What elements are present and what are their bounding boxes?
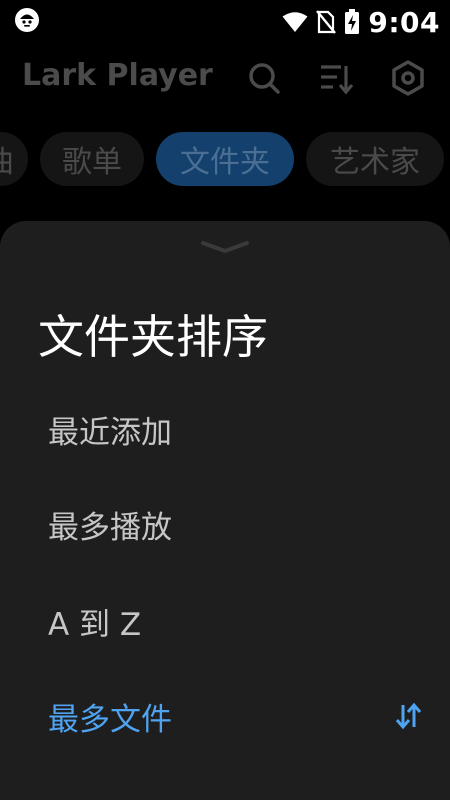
sort-icon[interactable]	[318, 60, 354, 96]
app-header: Lark Player	[0, 52, 450, 108]
sort-bottom-sheet: 文件夹排序 最近添加 最多播放 A 到 Z 最多文件	[0, 221, 450, 800]
status-bar: 9:04	[0, 0, 450, 44]
option-label: 最多播放	[48, 509, 172, 546]
tab-label: 艺术家	[330, 145, 420, 180]
option-label: 最多文件	[48, 701, 172, 738]
option-label: 最近添加	[48, 414, 172, 451]
settings-icon[interactable]	[390, 60, 426, 96]
tab-label: 文件夹	[180, 145, 270, 180]
sort-option-recently-added[interactable]: 最近添加	[48, 405, 408, 453]
chevron-down-icon[interactable]	[200, 239, 250, 253]
tab-label: 歌单	[62, 145, 122, 180]
app-title: Lark Player	[22, 58, 213, 93]
status-icons: 9:04	[282, 4, 440, 40]
search-icon[interactable]	[246, 60, 282, 96]
no-sim-icon	[316, 10, 337, 34]
status-time: 9:04	[368, 5, 440, 39]
battery-charging-icon	[344, 9, 360, 35]
sheet-title: 文件夹排序	[38, 310, 268, 364]
app-notification-icon	[14, 7, 40, 33]
category-tabs: 曲 歌单 文件夹 艺术家	[0, 132, 450, 186]
option-label: A 到 Z	[48, 606, 142, 643]
tab-label: 曲	[0, 137, 14, 181]
sort-option-most-files[interactable]: 最多文件	[48, 692, 408, 740]
tab-folders[interactable]: 文件夹	[156, 132, 294, 186]
screen: 9:04 Lark Player 歌单 文件夹 艺术家 文件夹排序 最近添加 最…	[0, 0, 450, 800]
wifi-icon	[282, 11, 308, 33]
tab-songs[interactable]: 曲	[0, 132, 28, 186]
tab-artists[interactable]: 艺术家	[306, 132, 444, 186]
sort-option-most-played[interactable]: 最多播放	[48, 500, 408, 548]
tab-playlists[interactable]: 歌单	[40, 132, 144, 186]
sort-option-a-to-z[interactable]: A 到 Z	[48, 597, 408, 645]
sort-direction-icon[interactable]	[394, 701, 422, 731]
